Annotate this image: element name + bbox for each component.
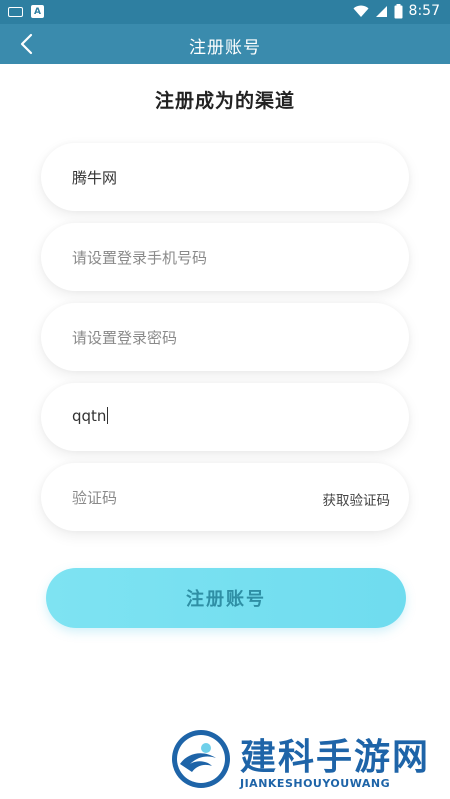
section-heading: 注册成为的渠道 (154, 90, 295, 112)
channel-field[interactable]: 腾牛网 (41, 143, 409, 211)
invite-code-wrap: qqtn (72, 407, 109, 425)
status-right: 8:57 (353, 3, 440, 19)
register-button-label: 注册账号 (186, 589, 266, 610)
register-button[interactable]: 注册账号 (46, 568, 406, 628)
phone-placeholder: 请设置登录手机号码 (72, 249, 208, 267)
code-placeholder: 验证码 (72, 489, 118, 507)
verification-code-field[interactable]: 验证码 获取验证码 (41, 463, 409, 531)
text-caret (107, 407, 109, 424)
signal-icon (375, 5, 387, 17)
battery-icon (394, 3, 403, 18)
title-bar: 注册账号 (0, 24, 450, 64)
watermark-title: 建科手游网 (240, 737, 431, 778)
password-field[interactable]: 请设置登录密码 (41, 303, 409, 371)
invite-code-field[interactable]: qqtn (41, 383, 409, 451)
get-code-button[interactable]: 获取验证码 (323, 489, 391, 509)
phone-field[interactable]: 请设置登录手机号码 (41, 223, 409, 291)
page-title: 注册账号 (189, 38, 261, 58)
invite-code-value: qqtn (72, 407, 107, 425)
a-badge-icon: A (31, 5, 44, 18)
watermark-logo-icon (172, 730, 230, 788)
watermark-subtitle: JIANKESHOUYOUWANG (240, 777, 391, 790)
status-left: A (8, 5, 44, 18)
channel-value: 腾牛网 (72, 169, 118, 187)
password-placeholder: 请设置登录密码 (72, 329, 178, 347)
keyboard-icon (8, 6, 23, 17)
status-bar: A 8:57 (0, 0, 450, 24)
site-watermark: 建科手游网 JIANKESHOUYOUWANG (170, 728, 445, 792)
status-time: 8:57 (408, 3, 440, 19)
wifi-icon (353, 5, 369, 17)
